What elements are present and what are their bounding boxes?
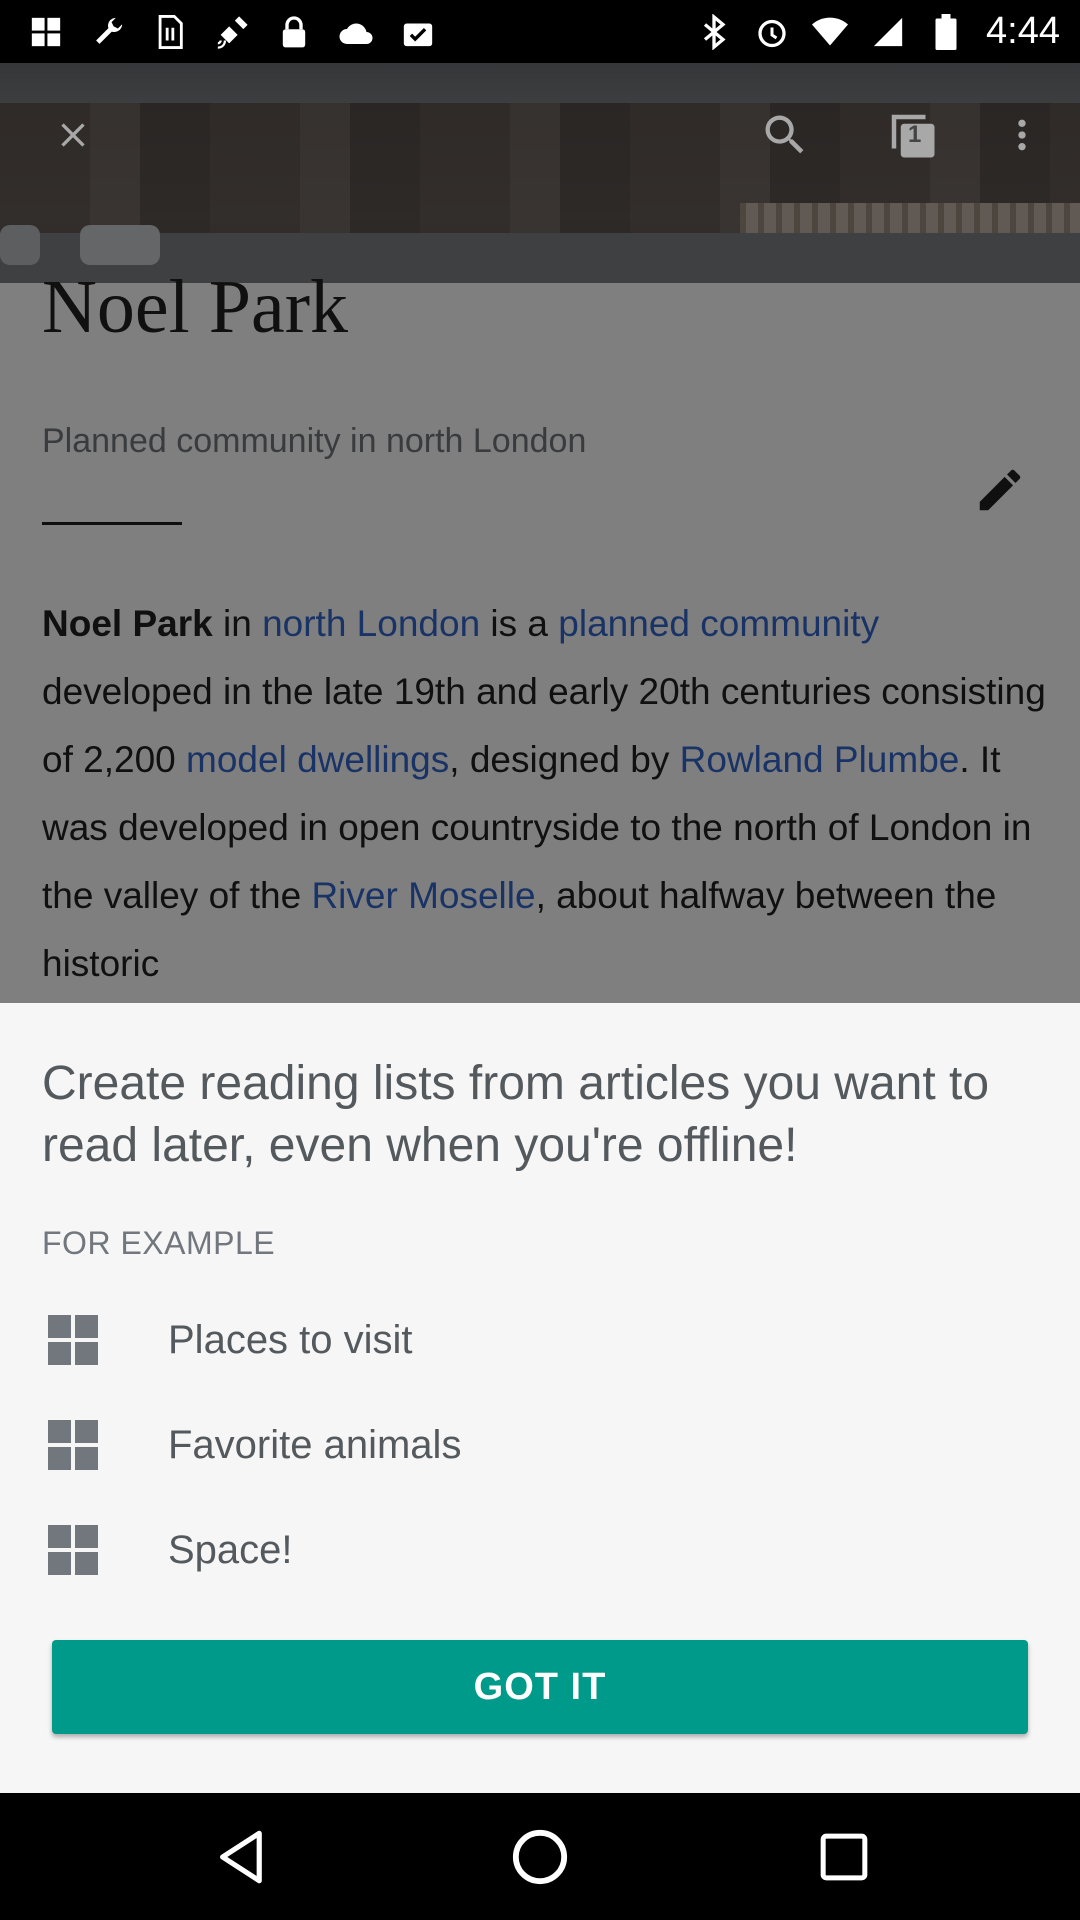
reading-list-icon [48, 1315, 98, 1365]
reading-list-icon [48, 1420, 98, 1470]
tabs-button[interactable]: 1 [882, 105, 942, 165]
back-button[interactable] [210, 1825, 274, 1889]
tab-count: 1 [908, 121, 922, 148]
example-item-label: Space! [168, 1527, 293, 1572]
article-toolbar: 1 [0, 63, 1080, 203]
close-button[interactable] [43, 105, 103, 165]
recents-button[interactable] [812, 1825, 876, 1889]
article-description: Planned community in north London [42, 422, 587, 460]
search-icon [765, 115, 804, 154]
body-text-segment: is a [480, 603, 559, 644]
alarm-icon [754, 14, 790, 50]
example-item-animals: Favorite animals [48, 1415, 948, 1475]
link-model-dwellings[interactable]: model dwellings [186, 739, 449, 780]
got-it-button[interactable]: GOT IT [52, 1640, 1028, 1734]
title-divider [42, 522, 182, 525]
reading-list-icon [48, 1525, 98, 1575]
link-rowland-plumbe[interactable]: Rowland Plumbe [680, 739, 960, 780]
link-river-moselle[interactable]: River Moselle [311, 875, 535, 916]
battery-icon [928, 13, 964, 50]
satellite-icon [214, 14, 250, 50]
recents-icon [820, 1833, 868, 1881]
clock-time: 4:44 [986, 10, 1060, 52]
pencil-icon [979, 469, 1021, 511]
grid-icon [28, 14, 64, 50]
link-planned-community[interactable]: planned community [558, 603, 879, 644]
checklist-icon [400, 14, 436, 50]
body-text-segment: , designed by [449, 739, 680, 780]
system-navigation-bar [0, 1793, 1080, 1920]
overflow-menu-button[interactable] [992, 105, 1052, 165]
bluetooth-icon [696, 13, 732, 50]
example-item-label: Favorite animals [168, 1422, 462, 1467]
home-icon [512, 1829, 568, 1885]
more-vert-icon [1018, 119, 1026, 151]
example-item-space: Space! [48, 1520, 948, 1580]
link-north-london[interactable]: north London [262, 603, 480, 644]
for-example-label: FOR EXAMPLE [42, 1225, 276, 1261]
article-body: Noel Park in north London is a planned c… [42, 590, 1052, 998]
sim-icon [152, 14, 188, 50]
cloud-icon [338, 14, 374, 50]
back-icon [220, 1830, 262, 1884]
lock-icon [276, 14, 312, 50]
close-icon [61, 123, 85, 147]
example-item-places: Places to visit [48, 1310, 948, 1370]
onboarding-headline: Create reading lists from articles you w… [42, 1057, 990, 1172]
example-item-label: Places to visit [168, 1317, 413, 1362]
home-button[interactable] [508, 1825, 572, 1889]
search-button[interactable] [755, 105, 815, 165]
article-title: Noel Park [42, 265, 349, 349]
status-bar: 4:44 [0, 0, 1080, 63]
article-bold-term: Noel Park [42, 603, 213, 644]
wrench-icon [90, 14, 126, 50]
body-text-segment: in [212, 603, 263, 644]
edit-description-button[interactable] [970, 460, 1030, 520]
wifi-icon [812, 14, 849, 50]
signal-icon [870, 14, 906, 50]
article-view: Noel Park Planned community in north Lon… [0, 63, 1080, 1003]
